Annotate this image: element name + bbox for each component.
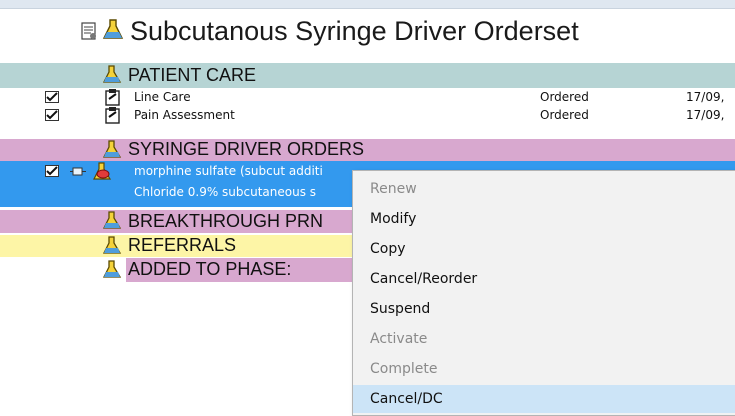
syringe-icon: [70, 167, 86, 176]
checkmark-icon: [45, 165, 59, 177]
section-syringe-driver-orders[interactable]: SYRINGE DRIVER ORDERS: [0, 139, 735, 161]
order-name-line1: morphine sulfate (subcut additi: [134, 164, 323, 178]
order-row[interactable]: Pain Assessment Ordered 17/09,: [0, 106, 735, 124]
checkmark-icon: [45, 109, 59, 121]
orderset-header: Subcutanous Syringe Driver Orderset: [0, 8, 735, 60]
section-flask-icon: [102, 236, 122, 254]
checkmark-icon: [45, 91, 59, 103]
section-flask-icon: [102, 260, 122, 278]
order-date: 17/09,: [686, 108, 725, 122]
order-name: Line Care: [134, 90, 191, 104]
section-label: BREAKTHROUGH PRN: [128, 211, 324, 231]
medication-capsule-icon: [93, 162, 112, 180]
clipboard-icon: [105, 107, 120, 124]
menu-item-copy[interactable]: Copy: [353, 235, 735, 263]
section-flask-icon: [102, 140, 122, 158]
section-patient-care[interactable]: PATIENT CARE: [0, 63, 735, 88]
order-row[interactable]: Line Care Ordered 17/09,: [0, 88, 735, 106]
order-status: Ordered: [540, 90, 589, 104]
menu-item-cancel-reorder[interactable]: Cancel/Reorder: [353, 265, 735, 293]
section-label: ADDED TO PHASE:: [128, 259, 292, 279]
section-flask-icon: [102, 65, 122, 83]
order-status: Ordered: [540, 108, 589, 122]
section-label: SYRINGE DRIVER ORDERS: [128, 139, 365, 159]
menu-item-suspend[interactable]: Suspend: [353, 295, 735, 323]
orderset-doc-icon: [81, 22, 96, 40]
pharmacy-flask-icon: [102, 19, 124, 39]
menu-item-cancel-dc[interactable]: Cancel/DC: [353, 385, 735, 413]
order-name: Pain Assessment: [134, 108, 235, 122]
context-menu: Renew Modify Copy Cancel/Reorder Suspend…: [352, 170, 735, 416]
order-name-line2: Chloride 0.9% subcutaneous s: [134, 185, 317, 199]
menu-item-activate[interactable]: Activate: [353, 325, 735, 353]
page-title: Subcutanous Syringe Driver Orderset: [130, 16, 579, 46]
clipboard-icon: [105, 89, 120, 106]
section-label: PATIENT CARE: [128, 65, 257, 85]
menu-item-renew[interactable]: Renew: [353, 175, 735, 203]
section-flask-icon: [102, 211, 122, 229]
section-label: REFERRALS: [128, 235, 237, 255]
menu-item-modify[interactable]: Modify: [353, 205, 735, 233]
order-date: 17/09,: [686, 90, 725, 104]
menu-item-complete[interactable]: Complete: [353, 355, 735, 383]
